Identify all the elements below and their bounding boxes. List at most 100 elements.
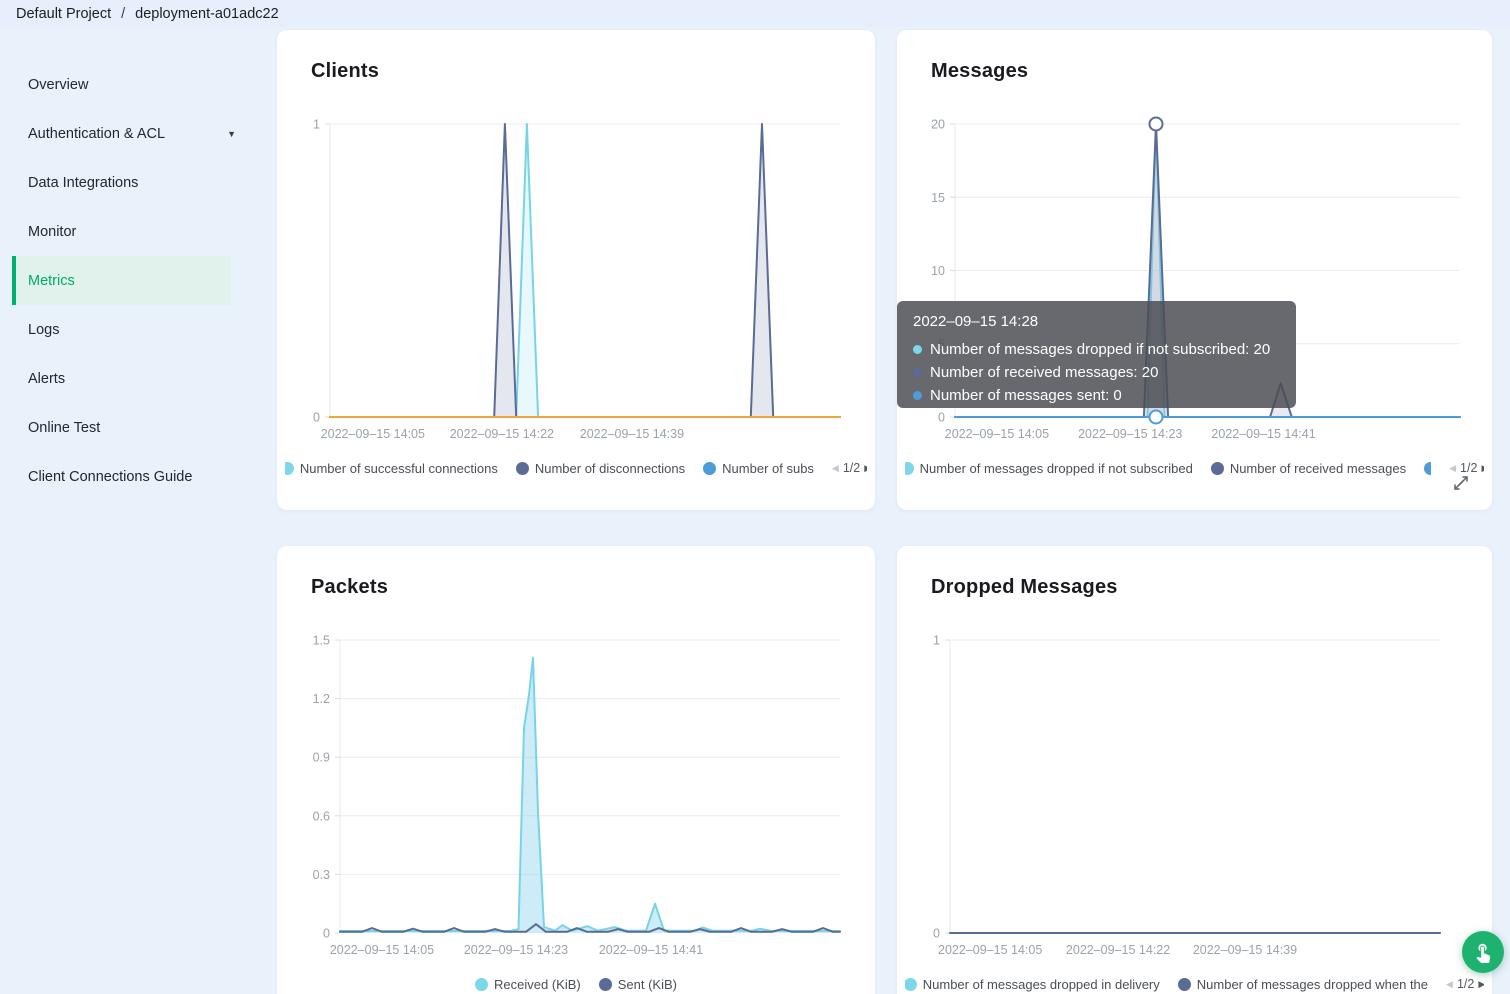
expand-chart-icon[interactable] bbox=[1452, 474, 1470, 492]
sidebar-item-label: Alerts bbox=[28, 370, 66, 387]
tap-hand-icon bbox=[1476, 943, 1491, 963]
sidebar-item-client-connections-guide[interactable]: Client Connections Guide bbox=[0, 452, 270, 501]
legend-dot-icon bbox=[1424, 461, 1432, 475]
sidebar-item-alerts[interactable]: Alerts bbox=[0, 354, 270, 403]
legend-label: Number of messages dropped in delivery bbox=[922, 976, 1160, 992]
packets-chart[interactable]: 1.5 1.2 0.9 0.6 0.3 0 2022–09–15 14:05 2022–09–… bbox=[277, 546, 875, 994]
legend-item[interactable]: Number of successful connections bbox=[285, 461, 498, 476]
legend-page-indicator: 1/2 bbox=[842, 461, 861, 475]
sidebar-item-logs[interactable]: Logs bbox=[0, 305, 270, 354]
legend-item[interactable]: Number of received messages bbox=[1210, 460, 1407, 476]
legend-pager: ◀1/2▶ bbox=[1446, 977, 1484, 991]
legend-dot-icon bbox=[515, 461, 529, 475]
legend-item[interactable]: Number of messages dropped in delivery bbox=[905, 977, 1160, 992]
sidebar-item-label: Metrics bbox=[28, 272, 75, 289]
messages-card-title: Messages bbox=[931, 60, 1029, 82]
svg-text:2022–09–15 14:39: 2022–09–15 14:39 bbox=[1193, 943, 1297, 957]
svg-text:20: 20 bbox=[931, 118, 945, 132]
sidebar-item-online-test[interactable]: Online Test bbox=[0, 403, 270, 452]
svg-text:2022–09–15 14:05: 2022–09–15 14:05 bbox=[938, 943, 1042, 957]
legend-item[interactable]: Sent (KiB) bbox=[598, 976, 677, 992]
clients-chart[interactable]: 1 0 2022–09–15 14:05 2022–09–15 14:22 2022–0… bbox=[277, 30, 875, 510]
messages-chart[interactable]: 20 15 10 5 0 2022–09–15 14:05 2022–09–15 14:23… bbox=[897, 30, 1492, 510]
legend-item[interactable]: Received (KiB) bbox=[475, 977, 581, 992]
legend-prev-button[interactable]: ◀ bbox=[1449, 463, 1456, 474]
svg-text:2022–09–15 14:23: 2022–09–15 14:23 bbox=[464, 943, 568, 957]
legend-dot-icon bbox=[905, 977, 917, 991]
svg-text:0: 0 bbox=[323, 927, 330, 941]
metrics-page: { "breadcrumb": { "project": "Default Pr… bbox=[0, 0, 1510, 994]
sidebar-item-label: Data Integrations bbox=[28, 174, 139, 191]
sidebar-item-data-integrations[interactable]: Data Integrations bbox=[0, 158, 270, 207]
legend-pager: ◀ 1/2▶ bbox=[1449, 461, 1484, 475]
packets-legend: Received (KiB) Sent (KiB) bbox=[285, 973, 867, 994]
legend-label: Number of successful connections bbox=[299, 460, 498, 476]
svg-text:0: 0 bbox=[938, 411, 945, 425]
legend-item[interactable]: Number of messages dropped if not subscr… bbox=[905, 461, 1193, 476]
messages-legend: Number of messages dropped if not subscr… bbox=[905, 457, 1484, 479]
clients-card: 1 0 2022–09–15 14:05 2022–09–15 14:22 2022–0… bbox=[277, 30, 875, 510]
sidebar-item-metrics[interactable]: Metrics bbox=[12, 256, 231, 305]
legend-next-button[interactable]: ▶ bbox=[1481, 463, 1484, 474]
sidebar-item-label: Monitor bbox=[28, 223, 77, 240]
chevron-down-icon: ▼ bbox=[227, 128, 236, 139]
packets-card: 1.5 1.2 0.9 0.6 0.3 0 2022–09–15 14:05 2022–09–… bbox=[277, 546, 875, 994]
legend-label: Sent (KiB) bbox=[617, 976, 677, 992]
legend-pager: ◀1/2▶ bbox=[832, 461, 867, 475]
legend-next-button[interactable]: ▶ bbox=[864, 463, 867, 474]
legend-dot-icon bbox=[598, 977, 612, 991]
legend-dot-icon bbox=[905, 461, 914, 475]
legend-item[interactable]: Number of subs bbox=[703, 461, 814, 476]
dropped-messages-legend: Number of messages dropped in delivery Nu… bbox=[905, 973, 1484, 994]
legend-page-indicator: 1/2 bbox=[1456, 977, 1475, 991]
svg-text:2022–09–15 14:39: 2022–09–15 14:39 bbox=[580, 427, 684, 441]
svg-text:0.6: 0.6 bbox=[313, 809, 330, 823]
svg-text:2022–09–15 14:23: 2022–09–15 14:23 bbox=[1078, 427, 1182, 441]
legend-item[interactable] bbox=[1424, 461, 1432, 475]
breadcrumb-deployment: deployment-a01adc22 bbox=[135, 5, 279, 22]
legend-label: Number of messages dropped when the bbox=[1196, 976, 1429, 992]
svg-text:0.9: 0.9 bbox=[313, 751, 330, 765]
legend-item[interactable]: Number of disconnections bbox=[515, 460, 686, 476]
dropped-messages-card: 1 0 2022–09–15 14:05 2022–09–15 14:22 2022–0… bbox=[897, 546, 1492, 994]
clients-legend: Number of successful connections Number o… bbox=[285, 457, 867, 479]
sidebar-item-label: Client Connections Guide bbox=[28, 468, 193, 485]
sidebar-item-label: Logs bbox=[28, 321, 60, 338]
svg-text:2022–09–15 14:22: 2022–09–15 14:22 bbox=[450, 427, 554, 441]
svg-text:2022–09–15 14:41: 2022–09–15 14:41 bbox=[1211, 427, 1315, 441]
sidebar-item-overview[interactable]: Overview bbox=[0, 60, 270, 109]
legend-label: Number of subs bbox=[722, 460, 814, 476]
svg-text:0: 0 bbox=[313, 411, 320, 425]
svg-text:2022–09–15 14:41: 2022–09–15 14:41 bbox=[599, 943, 703, 957]
legend-next-button[interactable]: ▶ bbox=[1478, 979, 1484, 990]
sidebar-item-monitor[interactable]: Monitor bbox=[0, 207, 270, 256]
sidebar-item-authentication-acl[interactable]: Authentication & ACL ▼ bbox=[0, 109, 270, 158]
svg-text:10: 10 bbox=[931, 264, 945, 278]
legend-dot-icon bbox=[703, 461, 717, 475]
sidebar-nav: Overview Authentication & ACL ▼ Data Integr… bbox=[0, 27, 270, 501]
svg-text:2022–09–15 14:05: 2022–09–15 14:05 bbox=[321, 427, 425, 441]
sidebar-item-label: Online Test bbox=[28, 419, 101, 436]
legend-prev-button[interactable]: ◀ bbox=[1446, 979, 1453, 990]
breadcrumb-project-link[interactable]: Default Project bbox=[16, 6, 111, 22]
legend-label: Number of received messages bbox=[1229, 460, 1407, 476]
messages-card: 20 15 10 5 0 2022–09–15 14:05 2022–09–15 14:23… bbox=[897, 30, 1492, 510]
svg-text:1: 1 bbox=[933, 634, 940, 648]
feedback-fab-button[interactable] bbox=[1462, 931, 1504, 973]
svg-text:2022–09–15 14:22: 2022–09–15 14:22 bbox=[1066, 943, 1170, 957]
sidebar: Overview Authentication & ACL ▼ Data Integr… bbox=[0, 27, 270, 994]
legend-item[interactable]: Number of messages dropped when the bbox=[1177, 976, 1429, 992]
svg-text:15: 15 bbox=[931, 191, 945, 205]
packets-card-title: Packets bbox=[311, 576, 389, 598]
legend-dot-icon bbox=[285, 461, 294, 475]
legend-label: Number of messages dropped if not subscr… bbox=[919, 460, 1193, 476]
legend-page-indicator: 1/2 bbox=[1460, 461, 1478, 475]
legend-label: Number of disconnections bbox=[534, 460, 686, 476]
svg-text:0.3: 0.3 bbox=[313, 868, 330, 882]
dropped-messages-chart[interactable]: 1 0 2022–09–15 14:05 2022–09–15 14:22 2022–0… bbox=[897, 546, 1492, 994]
breadcrumb-separator: / bbox=[121, 5, 126, 22]
svg-text:5: 5 bbox=[938, 337, 945, 351]
svg-text:2022–09–15 14:05: 2022–09–15 14:05 bbox=[945, 427, 1049, 441]
breadcrumb: Default Project / deployment-a01adc22 bbox=[0, 0, 1510, 27]
legend-prev-button[interactable]: ◀ bbox=[832, 463, 839, 474]
